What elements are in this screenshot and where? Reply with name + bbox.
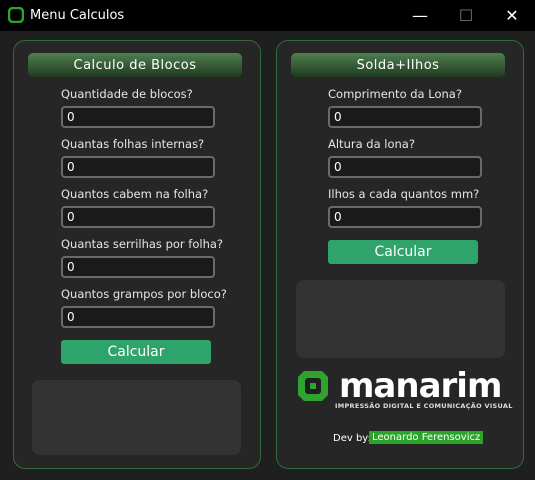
manarim-logo-icon (298, 371, 328, 401)
blocos-calcular-button[interactable]: Calcular (61, 340, 211, 364)
grampos-input[interactable] (61, 306, 215, 328)
ilhos-distancia-input[interactable] (328, 206, 482, 228)
credit-label: Dev by: (333, 433, 371, 444)
comprimento-lona-input[interactable] (328, 106, 482, 128)
altura-lona-input[interactable] (328, 156, 482, 178)
grampos-label: Quantos grampos por bloco? (61, 287, 227, 301)
ilhos-distancia-label: Ilhos a cada quantos mm? (328, 187, 480, 201)
folhas-internas-label: Quantas folhas internas? (61, 137, 205, 151)
quantidade-blocos-input[interactable] (61, 106, 215, 128)
title-bar: Menu Calculos — ☐ ✕ (0, 0, 535, 31)
cabem-folha-input[interactable] (61, 206, 215, 228)
blocos-result-box (32, 380, 241, 455)
comprimento-lona-label: Comprimento da Lona? (328, 87, 462, 101)
minimize-button[interactable]: — (397, 0, 443, 31)
close-button[interactable]: ✕ (489, 0, 535, 31)
solda-header: Solda+Ilhos (291, 53, 505, 77)
quantidade-blocos-label: Quantidade de blocos? (61, 87, 193, 101)
altura-lona-label: Altura da lona? (328, 137, 415, 151)
solda-calcular-button[interactable]: Calcular (328, 240, 478, 264)
folhas-internas-input[interactable] (61, 156, 215, 178)
credit-name: Leonardo Ferensovicz (369, 431, 484, 444)
serrilhas-label: Quantas serrilhas por folha? (61, 237, 224, 251)
window-title: Menu Calculos (30, 8, 125, 23)
serrilhas-input[interactable] (61, 256, 215, 278)
app-logo-icon (8, 7, 24, 23)
maximize-button[interactable]: ☐ (443, 0, 489, 31)
minimize-icon: — (412, 6, 428, 25)
cabem-folha-label: Quantos cabem na folha? (61, 187, 209, 201)
solda-result-box (296, 280, 505, 358)
brand-tagline: IMPRESSÃO DIGITAL E COMUNICAÇÃO VISUAL (335, 402, 513, 410)
close-icon: ✕ (505, 6, 519, 25)
maximize-icon: ☐ (458, 6, 474, 25)
brand-name: manarim (339, 366, 502, 406)
blocos-header: Calculo de Blocos (28, 53, 242, 77)
